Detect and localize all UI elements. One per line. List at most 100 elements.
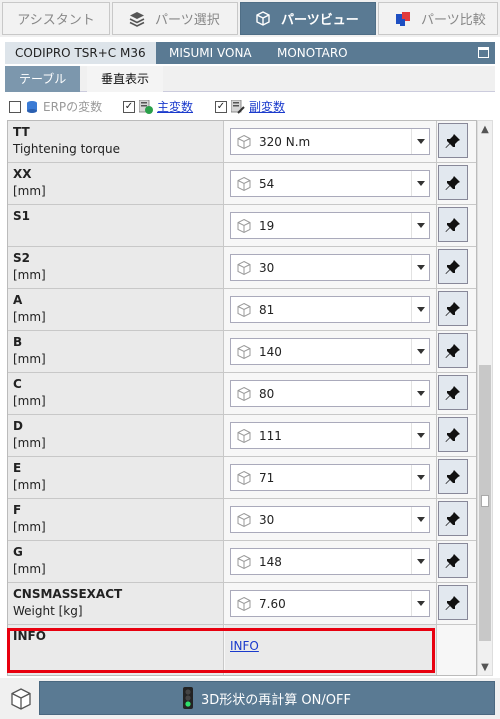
filter-sub[interactable]: ✓ 副変数 xyxy=(215,98,285,115)
chevron-down-icon[interactable] xyxy=(411,255,429,280)
pin-button[interactable] xyxy=(438,123,468,158)
chevron-down-icon[interactable] xyxy=(411,381,429,406)
scroll-up-icon[interactable]: ▲ xyxy=(478,121,492,137)
param-name: S2 xyxy=(13,251,30,265)
param-name: C xyxy=(13,377,22,391)
view-tab-bar: テーブル 垂直表示 xyxy=(5,66,495,92)
main-variables-icon xyxy=(138,99,153,114)
chevron-down-icon[interactable] xyxy=(411,591,429,616)
pin-button[interactable] xyxy=(438,459,468,494)
pin-button[interactable] xyxy=(438,417,468,452)
compare-icon xyxy=(393,9,413,29)
main-checkbox[interactable]: ✓ xyxy=(123,100,135,113)
cube-icon xyxy=(237,428,251,443)
pin-icon xyxy=(445,469,460,484)
chevron-down-icon[interactable] xyxy=(411,129,429,154)
param-combo[interactable]: 7.60 xyxy=(230,590,430,617)
param-row-b: B [mm] 140 xyxy=(8,331,476,373)
pin-button[interactable] xyxy=(438,333,468,368)
tab-parts-view[interactable]: パーツビュー xyxy=(240,2,376,35)
chevron-down-icon[interactable] xyxy=(411,465,429,490)
param-value: 148 xyxy=(259,554,282,569)
tab-table[interactable]: テーブル xyxy=(5,66,81,92)
tab-assistant-label: アシスタント xyxy=(17,13,95,28)
tab-parts-selection[interactable]: パーツ選択 xyxy=(112,2,238,35)
scroll-down-icon[interactable]: ▼ xyxy=(478,659,492,675)
cube-icon xyxy=(237,176,251,191)
pin-icon xyxy=(445,427,460,442)
param-combo[interactable]: 320 N.m xyxy=(230,128,430,155)
cube-icon[interactable] xyxy=(8,686,34,712)
param-desc: Tightening torque xyxy=(13,142,120,156)
param-value-cell: 80 xyxy=(225,373,437,414)
filter-main[interactable]: ✓ 主変数 xyxy=(123,98,193,115)
source-tab-monotaro[interactable]: MONOTARO xyxy=(267,42,358,64)
param-value: 81 xyxy=(259,302,275,317)
pin-button[interactable] xyxy=(438,249,468,284)
info-link[interactable]: INFO xyxy=(230,639,259,653)
filter-erp[interactable]: ERPの変数 xyxy=(9,98,102,115)
maximize-icon[interactable] xyxy=(478,47,489,58)
param-combo[interactable]: 30 xyxy=(230,254,430,281)
pin-button[interactable] xyxy=(438,375,468,410)
param-combo[interactable]: 19 xyxy=(230,212,430,239)
param-combo[interactable]: 148 xyxy=(230,548,430,575)
cube-icon xyxy=(237,554,251,569)
chevron-down-icon[interactable] xyxy=(411,213,429,238)
erp-label: ERPの変数 xyxy=(43,100,103,114)
param-name-cell: S1 xyxy=(8,205,224,246)
sub-checkbox[interactable]: ✓ xyxy=(215,100,227,113)
param-desc: [mm] xyxy=(13,394,46,408)
tab-assistant[interactable]: アシスタント xyxy=(2,2,110,35)
param-name-cell: B [mm] xyxy=(8,331,224,372)
pin-button[interactable] xyxy=(438,207,468,242)
pin-button[interactable] xyxy=(438,165,468,200)
param-value: 30 xyxy=(259,260,275,275)
source-tab-codipro[interactable]: CODIPRO TSR+C M36 xyxy=(5,42,156,64)
main-variables-label[interactable]: 主変数 xyxy=(157,98,193,115)
param-row-xx: XX [mm] 54 xyxy=(8,163,476,205)
sub-variables-icon xyxy=(230,99,245,114)
param-value: 320 N.m xyxy=(259,134,311,149)
chevron-down-icon[interactable] xyxy=(411,507,429,532)
chevron-down-icon[interactable] xyxy=(411,549,429,574)
tab-vertical[interactable]: 垂直表示 xyxy=(87,66,164,92)
erp-checkbox[interactable] xyxy=(9,100,21,113)
param-desc: [mm] xyxy=(13,352,46,366)
variable-filter-row: ERPの変数 ✓ 主変数 ✓ 副変数 xyxy=(5,94,495,116)
pin-button[interactable] xyxy=(438,291,468,326)
param-combo[interactable]: 81 xyxy=(230,296,430,323)
chevron-down-icon[interactable] xyxy=(411,339,429,364)
param-row-a: A [mm] 81 xyxy=(8,289,476,331)
param-name-cell: XX [mm] xyxy=(8,163,224,204)
param-name: G xyxy=(13,545,23,559)
param-combo[interactable]: 111 xyxy=(230,422,430,449)
scroll-grip xyxy=(481,495,489,507)
pin-button[interactable] xyxy=(438,543,468,578)
tab-parts-view-label: パーツビュー xyxy=(281,13,359,28)
cube-icon xyxy=(237,344,251,359)
sub-variables-label[interactable]: 副変数 xyxy=(249,98,285,115)
pin-icon xyxy=(445,217,460,232)
param-combo[interactable]: 80 xyxy=(230,380,430,407)
param-combo[interactable]: 30 xyxy=(230,506,430,533)
source-tab-misumi[interactable]: MISUMI VONA xyxy=(159,42,262,64)
param-combo[interactable]: 71 xyxy=(230,464,430,491)
pin-icon xyxy=(445,259,460,274)
grid-scrollbar[interactable]: ▲ ▼ xyxy=(477,120,493,676)
param-combo[interactable]: 54 xyxy=(230,170,430,197)
pin-button[interactable] xyxy=(438,585,468,620)
param-name-cell: CNSMASSEXACT Weight [kg] xyxy=(8,583,224,624)
chevron-down-icon[interactable] xyxy=(411,423,429,448)
tab-parts-compare[interactable]: パーツ比較 xyxy=(378,2,498,35)
database-icon xyxy=(25,100,39,114)
param-desc: Weight [kg] xyxy=(13,604,83,618)
chevron-down-icon[interactable] xyxy=(411,297,429,322)
chevron-down-icon[interactable] xyxy=(411,171,429,196)
param-combo[interactable]: 140 xyxy=(230,338,430,365)
scroll-thumb[interactable] xyxy=(479,365,491,641)
pin-button[interactable] xyxy=(438,501,468,536)
param-name-cell: INFO xyxy=(8,625,224,675)
parameter-grid: TT Tightening torque 320 N.m XX [mm] 54 xyxy=(7,120,477,676)
recalc-3d-toggle-button[interactable]: 3D形状の再計算 ON/OFF xyxy=(39,681,495,715)
